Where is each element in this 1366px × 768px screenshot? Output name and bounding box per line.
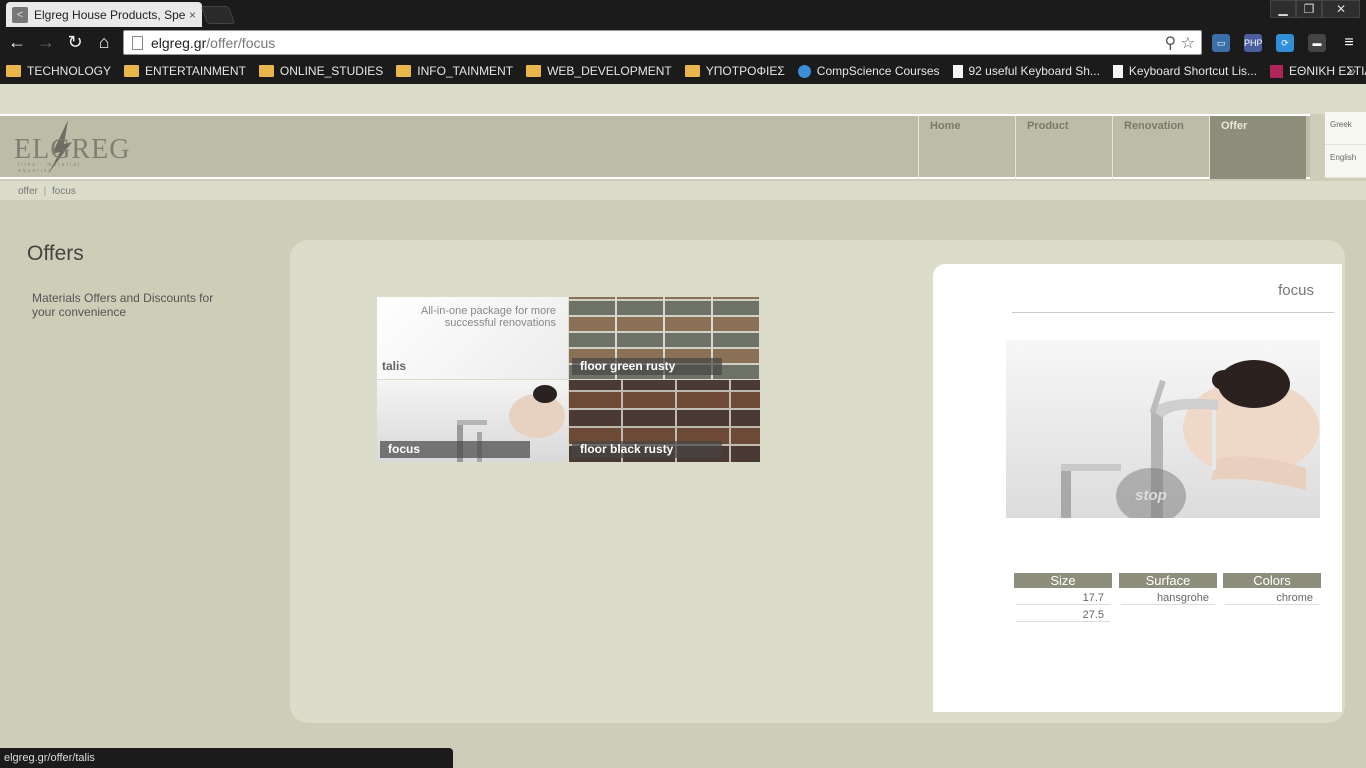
web-page: ELGREG tiles · material · aquarise Home … bbox=[0, 84, 1366, 768]
bookmark-label: 92 useful Keyboard Sh... bbox=[968, 64, 1100, 78]
folder-icon bbox=[684, 65, 700, 77]
menu-icon[interactable]: ≡ bbox=[1340, 34, 1358, 52]
address-bar[interactable]: elgreg.gr/offer/focus ⚲ ☆ bbox=[123, 30, 1202, 55]
browser-tab-bar: < Elgreg House Products, Spec × ▁ ❐ ✕ bbox=[0, 0, 1366, 27]
url-text: elgreg.gr/offer/focus bbox=[151, 34, 276, 51]
offer-detail-image: stop bbox=[1006, 340, 1320, 518]
breadcrumb-focus[interactable]: focus bbox=[52, 186, 76, 197]
top-strip bbox=[0, 84, 1366, 114]
browser-tab[interactable]: < Elgreg House Products, Spec × bbox=[6, 2, 202, 27]
bookmark-item[interactable]: Keyboard Shortcut Lis... bbox=[1112, 64, 1257, 78]
bookmark-item[interactable]: ΥΠΟΤΡΟΦΙΕΣ bbox=[684, 64, 785, 78]
bookmark-star-icon[interactable]: ☆ bbox=[1181, 35, 1195, 52]
bookmark-item[interactable]: CompScience Courses bbox=[797, 64, 940, 78]
minimize-button[interactable]: ▁ bbox=[1270, 0, 1296, 18]
folder-icon bbox=[124, 65, 140, 77]
page-icon bbox=[1112, 64, 1123, 78]
spec-size-header: Size bbox=[1014, 573, 1112, 588]
offer-detail-title: focus bbox=[1278, 282, 1314, 299]
page-icon bbox=[132, 35, 143, 50]
offer-tile-focus[interactable]: focus bbox=[377, 380, 568, 462]
spec-surface-header: Surface bbox=[1119, 573, 1217, 588]
site-favicon-icon: < bbox=[12, 6, 28, 23]
sync-extension-icon[interactable]: ⟳ bbox=[1276, 34, 1294, 52]
site-icon bbox=[1270, 64, 1283, 78]
bookmark-label: ENTERTAINMENT bbox=[145, 64, 246, 78]
offer-promo-text: All-in-one package for more successful r… bbox=[420, 305, 556, 329]
bookmark-label: WEB_DEVELOPMENT bbox=[547, 64, 672, 78]
bookmark-item[interactable]: 92 useful Keyboard Sh... bbox=[952, 64, 1100, 78]
new-tab-button[interactable] bbox=[200, 6, 236, 24]
offer-detail-card: focus stop Size 17.7 27.5 Surface hansgr… bbox=[933, 264, 1342, 712]
bookmark-item[interactable]: INFO_TAINMENT bbox=[396, 64, 513, 78]
language-english[interactable]: English bbox=[1325, 145, 1366, 178]
breadcrumb-separator: | bbox=[43, 186, 47, 197]
folder-icon bbox=[526, 65, 542, 77]
bookmark-label: INFO_TAINMENT bbox=[417, 64, 514, 78]
bookmark-label: Keyboard Shortcut Lis... bbox=[1128, 64, 1257, 78]
bookmark-label: CompScience Courses bbox=[816, 64, 940, 78]
folder-icon bbox=[258, 65, 274, 77]
offer-tile-talis[interactable]: All-in-one package for more successful r… bbox=[377, 297, 568, 379]
cast-extension-icon[interactable]: ▭ bbox=[1212, 34, 1230, 52]
bookmarks-more-icon[interactable]: » bbox=[1349, 63, 1356, 78]
bookmark-label: TECHNOLOGY bbox=[27, 64, 112, 78]
folder-icon bbox=[6, 65, 21, 77]
spec-surface-value: hansgrohe bbox=[1121, 588, 1215, 605]
spec-colors-column: Colors chrome bbox=[1223, 573, 1321, 605]
spec-surface-column: Surface hansgrohe bbox=[1119, 573, 1217, 605]
menu-item-renovation[interactable]: Renovation bbox=[1112, 116, 1209, 179]
menu-item-offer[interactable]: Offer bbox=[1209, 116, 1306, 179]
back-icon[interactable]: ← bbox=[4, 30, 30, 54]
divider bbox=[1012, 312, 1334, 313]
tab-title: Elgreg House Products, Spec bbox=[34, 7, 185, 22]
reload-icon[interactable]: ↻ bbox=[62, 30, 88, 54]
page-title: Offers bbox=[27, 242, 84, 265]
php-extension-icon[interactable]: PHP bbox=[1244, 34, 1263, 52]
extension-bar-icon[interactable]: ▬ bbox=[1308, 34, 1326, 52]
status-bar: elgreg.gr/offer/talis bbox=[0, 748, 453, 768]
restore-button[interactable]: ❐ bbox=[1296, 0, 1322, 18]
main-menu: Home Product Renovation Offer bbox=[918, 116, 1306, 179]
slideshow-stop-button[interactable]: stop bbox=[1116, 468, 1186, 518]
bookmark-label: ONLINE_STUDIES bbox=[279, 64, 384, 78]
language-switcher: Greek English bbox=[1325, 112, 1366, 178]
breadcrumb: offer | focus bbox=[0, 181, 1366, 200]
offer-tile-label: floor green rusty bbox=[572, 358, 722, 375]
tab-close-icon[interactable]: × bbox=[189, 8, 196, 22]
bookmark-item[interactable]: ENTERTAINMENT bbox=[124, 64, 246, 78]
language-greek[interactable]: Greek bbox=[1325, 112, 1366, 145]
site-header: ELGREG tiles · material · aquarise Home … bbox=[0, 114, 1310, 179]
offer-tile-floor-green-rusty[interactable]: floor green rusty bbox=[569, 297, 760, 379]
bookmark-item[interactable]: WEB_DEVELOPMENT bbox=[526, 64, 672, 78]
spec-size-value: 27.5 bbox=[1016, 605, 1110, 622]
site-logo[interactable]: ELGREG tiles · material · aquarise bbox=[14, 118, 129, 178]
logo-tagline: tiles · material · aquarise bbox=[18, 162, 89, 174]
page-icon bbox=[952, 64, 963, 78]
home-icon[interactable]: ⌂ bbox=[91, 30, 117, 54]
spec-colors-header: Colors bbox=[1223, 573, 1321, 588]
site-icon bbox=[797, 64, 811, 78]
zoom-icon[interactable]: ⚲ bbox=[1164, 35, 1176, 52]
window-close-button[interactable]: ✕ bbox=[1322, 0, 1360, 18]
spec-size-column: Size 17.7 27.5 bbox=[1014, 573, 1112, 622]
folder-icon bbox=[396, 65, 412, 77]
menu-item-home[interactable]: Home bbox=[918, 116, 1015, 179]
bookmarks-bar: TECHNOLOGY ENTERTAINMENT ONLINE_STUDIES INF… bbox=[0, 58, 1366, 84]
menu-item-product[interactable]: Product bbox=[1015, 116, 1112, 179]
spec-size-value: 17.7 bbox=[1016, 588, 1110, 605]
offer-tile-floor-black-rusty[interactable]: floor black rusty bbox=[569, 380, 760, 462]
bookmark-item[interactable]: ONLINE_STUDIES bbox=[258, 64, 384, 78]
browser-toolbar: ← → ↻ ⌂ elgreg.gr/offer/focus ⚲ ☆ ▭ PHP … bbox=[0, 27, 1366, 58]
breadcrumb-offer[interactable]: offer bbox=[18, 186, 38, 197]
bookmark-item[interactable]: TECHNOLOGY bbox=[6, 64, 111, 78]
page-description: Materials Offers and Discounts for your … bbox=[32, 291, 214, 319]
forward-icon[interactable]: → bbox=[33, 30, 59, 54]
offer-tile-label: floor black rusty bbox=[572, 441, 722, 458]
offer-tile-label: focus bbox=[380, 441, 530, 458]
bookmark-label: ΥΠΟΤΡΟΦΙΕΣ bbox=[705, 64, 785, 78]
spec-colors-value: chrome bbox=[1225, 588, 1319, 605]
offer-tile-label: talis bbox=[382, 359, 407, 373]
